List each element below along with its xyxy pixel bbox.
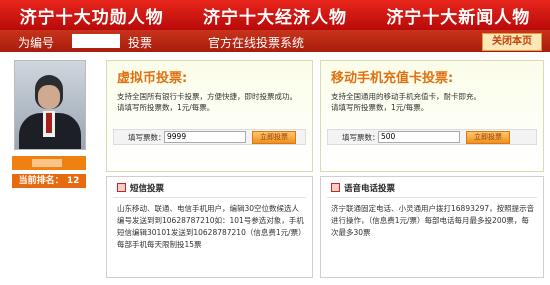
mobile-vote-count-input[interactable]: 500 (378, 131, 460, 143)
rank-badge: 当前排名： 12 (12, 174, 86, 188)
banner-item-2[interactable]: 济宁十大经济人物 (183, 3, 366, 28)
rank-label: 当前排名： (18, 176, 64, 186)
voice-vote-title-text: 语音电话投票 (344, 184, 396, 194)
mobile-vote-desc: 支持全国通用的移动手机充值卡，耐卡即充。 请填写所投票数，1元/每票。 (331, 91, 481, 113)
candidate-name (12, 156, 86, 170)
virtual-vote-submit-button[interactable]: 立即投票 (252, 131, 296, 144)
virtual-vote-form: 填写票数： 9999 立即投票 (113, 129, 306, 145)
sms-vote-panel: 短信投票 山东移动、联通、电信手机用户，编辑30空位数候选人编号发送到到1062… (106, 176, 313, 278)
mobile-vote-submit-button[interactable]: 立即投票 (466, 131, 510, 144)
redacted-number (72, 34, 120, 48)
title-bar: 为编号 投票 官方在线投票系统 关闭本页 (0, 30, 550, 52)
sms-vote-title: 短信投票 (117, 182, 164, 194)
title-prefix: 为编号 (18, 36, 55, 50)
candidate-panel: 当前排名： 12 (12, 60, 90, 188)
virtual-vote-line2: 请填写所投票数，1元/每票。 (117, 103, 215, 112)
mobile-vote-title: 移动手机充值卡投票: (331, 71, 454, 86)
mobile-vote-form: 填写票数： 500 立即投票 (327, 129, 537, 145)
virtual-vote-line1: 支持全国所有银行卡投票，方便快捷，即时投票成功。 (117, 92, 297, 101)
virtual-vote-panel: 虚拟币投票: 支持全国所有银行卡投票，方便快捷，即时投票成功。 请填写所投票数，… (106, 60, 313, 172)
virtual-vote-input-label: 填写票数： (128, 133, 166, 142)
title-vote: 投票 (128, 36, 153, 50)
sms-vote-title-text: 短信投票 (130, 184, 165, 194)
virtual-vote-desc: 支持全国所有银行卡投票，方便快捷，即时投票成功。 请填写所投票数，1元/每票。 (117, 91, 297, 113)
divider (327, 197, 537, 198)
mobile-vote-input-label: 填写票数： (342, 133, 380, 142)
banner-item-3[interactable]: 济宁十大新闻人物 (367, 3, 550, 28)
title-system: 官方在线投票系统 (208, 36, 305, 50)
virtual-vote-count-input[interactable]: 9999 (164, 131, 246, 143)
divider (113, 197, 306, 198)
top-banner: 济宁十大功勋人物 济宁十大经济人物 济宁十大新闻人物 (0, 0, 550, 30)
close-page-button[interactable]: 关闭本页 (482, 33, 542, 51)
voice-vote-panel: 语音电话投票 济宁联通固定电话、小灵通用户拨打16893297，按照提示音进行操… (320, 176, 544, 278)
candidate-photo (14, 60, 86, 150)
voice-vote-body: 济宁联通固定电话、小灵通用户拨打16893297，按照提示音进行操作，（信息费1… (331, 204, 535, 237)
mobile-vote-panel: 移动手机充值卡投票: 支持全国通用的移动手机充值卡，耐卡即充。 请填写所投票数，… (320, 60, 544, 172)
voice-vote-title: 语音电话投票 (331, 182, 395, 194)
mobile-vote-line1: 支持全国通用的移动手机充值卡，耐卡即充。 (331, 92, 481, 101)
sms-icon (117, 183, 126, 192)
rank-value: 12 (66, 176, 80, 186)
banner-item-1[interactable]: 济宁十大功勋人物 (0, 3, 183, 28)
mobile-vote-line2: 请填写所投票数，1元/每票。 (331, 103, 429, 112)
virtual-vote-title: 虚拟币投票: (117, 71, 188, 86)
phone-icon (331, 183, 340, 192)
sms-vote-body: 山东移动、联通、电信手机用户，编辑30空位数候选人编号发送到到106287872… (117, 204, 304, 249)
